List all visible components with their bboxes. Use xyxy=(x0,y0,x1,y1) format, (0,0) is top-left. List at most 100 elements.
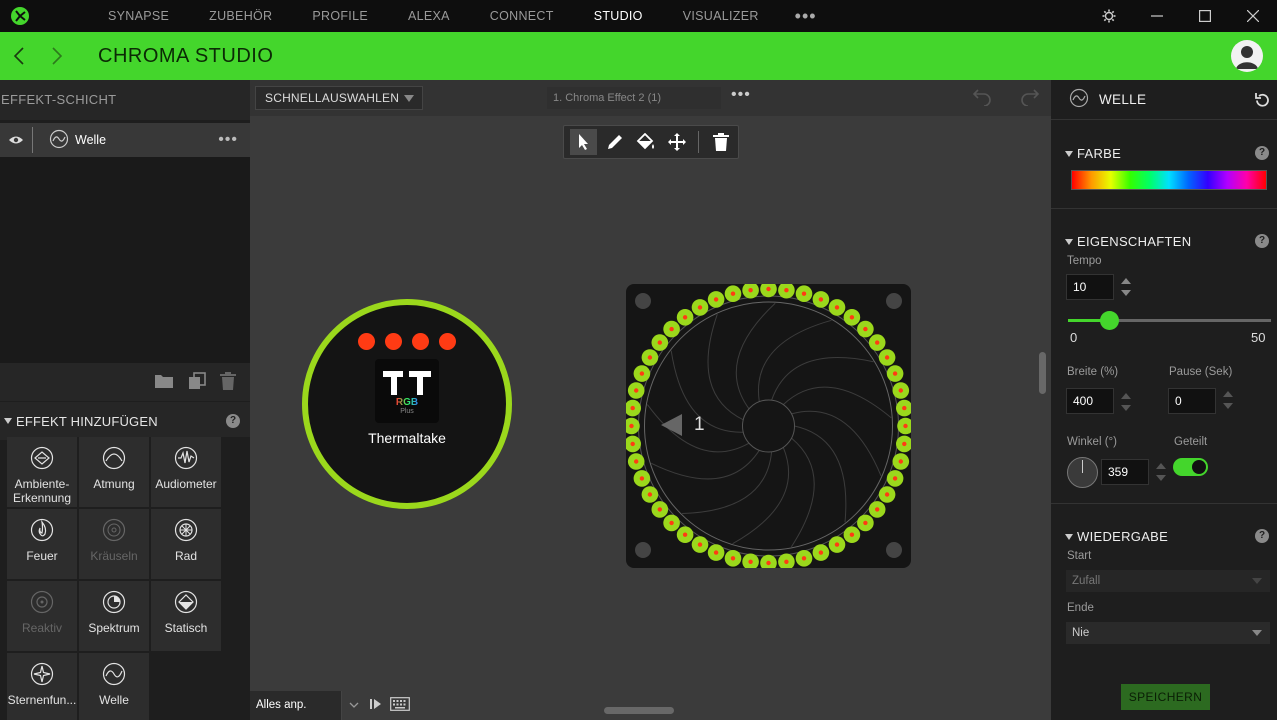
fan-led[interactable] xyxy=(724,550,742,567)
close-icon[interactable] xyxy=(1229,0,1277,32)
fan-led[interactable] xyxy=(623,417,640,435)
fan-led[interactable] xyxy=(795,550,813,567)
vertical-scrollbar[interactable] xyxy=(1039,352,1046,394)
end-select[interactable]: Nie xyxy=(1066,622,1270,644)
maximize-icon[interactable] xyxy=(1181,0,1229,32)
nav-item-studio[interactable]: STUDIO xyxy=(574,0,663,32)
fan-led[interactable] xyxy=(676,526,694,543)
effect-tile-breathing[interactable]: Atmung xyxy=(79,437,149,507)
help-icon[interactable]: ? xyxy=(226,414,240,428)
fit-select[interactable]: Alles anp. xyxy=(250,691,359,720)
nav-item-alexa[interactable]: ALEXA xyxy=(388,0,470,32)
move-icon[interactable] xyxy=(663,129,690,155)
effect-tile-spectrum[interactable]: Spektrum xyxy=(79,581,149,651)
split-toggle[interactable] xyxy=(1173,458,1208,476)
effect-tile-wheel[interactable]: Rad xyxy=(151,509,221,579)
thermaltake-device[interactable]: RGB Plus Thermaltake xyxy=(302,299,512,509)
playback-section-title[interactable]: WIEDERGABE xyxy=(1065,529,1168,544)
effect-tile-fire[interactable]: Feuer xyxy=(7,509,77,579)
fan-led[interactable] xyxy=(760,554,777,572)
redo-icon[interactable] xyxy=(1020,88,1040,109)
fan-led[interactable] xyxy=(724,285,742,302)
fan-led[interactable] xyxy=(886,470,904,487)
angle-input[interactable]: 359 xyxy=(1101,459,1149,485)
fan-led[interactable] xyxy=(627,382,645,399)
nav-item-synapse[interactable]: SYNAPSE xyxy=(88,0,189,32)
fan-led[interactable] xyxy=(663,320,680,338)
nav-item-zubehr[interactable]: ZUBEHÖR xyxy=(189,0,292,32)
forward-arrow-icon[interactable] xyxy=(38,32,76,80)
angle-dial[interactable] xyxy=(1067,457,1098,488)
fan-led[interactable] xyxy=(868,501,886,518)
fan-led[interactable] xyxy=(878,349,896,366)
play-preview-icon[interactable] xyxy=(370,698,382,713)
fan-led[interactable] xyxy=(691,299,709,316)
user-avatar-icon[interactable] xyxy=(1231,40,1263,72)
fan-led[interactable] xyxy=(857,514,874,532)
quick-select-dropdown[interactable]: SCHNELLAUSWAHLEN xyxy=(255,86,423,110)
effect-tile-ripple[interactable]: Kräuseln xyxy=(79,509,149,579)
delete-trash-icon[interactable] xyxy=(707,129,734,155)
minimize-icon[interactable] xyxy=(1133,0,1181,32)
add-effect-header[interactable]: EFFEKT HINZUFÜGEN ? xyxy=(0,402,250,440)
folder-icon[interactable] xyxy=(154,373,174,392)
layer-more-icon[interactable]: ••• xyxy=(218,131,238,149)
fan-led[interactable] xyxy=(663,514,680,532)
help-icon[interactable]: ? xyxy=(1255,234,1269,248)
fan-led[interactable] xyxy=(707,544,725,561)
effect-tile-audiometer[interactable]: Audiometer xyxy=(151,437,221,507)
effect-tile-static[interactable]: Statisch xyxy=(151,581,221,651)
color-section-title[interactable]: FARBE xyxy=(1065,146,1121,161)
pause-stepper[interactable] xyxy=(1222,391,1234,413)
fan-led[interactable] xyxy=(641,349,659,366)
angle-stepper[interactable] xyxy=(1155,463,1167,485)
pause-input[interactable]: 0 xyxy=(1168,388,1216,414)
nav-item-visualizer[interactable]: VISUALIZER xyxy=(663,0,779,32)
duplicate-icon[interactable] xyxy=(188,371,206,393)
effect-tile-ambient[interactable]: Ambiente-Erkennung xyxy=(7,437,77,507)
settings-gear-icon[interactable] xyxy=(1085,0,1133,32)
fan-led[interactable] xyxy=(843,309,861,326)
fan-led[interactable] xyxy=(627,453,645,470)
properties-section-title[interactable]: EIGENSCHAFTEN xyxy=(1065,234,1191,249)
fan-led[interactable] xyxy=(676,309,694,326)
fan-led[interactable] xyxy=(828,299,846,316)
razer-logo-icon[interactable] xyxy=(0,0,40,32)
trash-icon[interactable] xyxy=(220,371,236,393)
effect-tile-wave[interactable]: Welle xyxy=(79,653,149,720)
fan-led[interactable] xyxy=(892,382,910,399)
fan-led[interactable] xyxy=(812,544,830,561)
fan-device[interactable]: 1 xyxy=(623,280,914,572)
led-dot[interactable] xyxy=(385,333,402,350)
fan-led[interactable] xyxy=(633,470,651,487)
nav-item-connect[interactable]: CONNECT xyxy=(470,0,574,32)
led-dot[interactable] xyxy=(439,333,456,350)
slider-thumb[interactable] xyxy=(1099,311,1119,330)
fan-led[interactable] xyxy=(857,320,874,338)
width-stepper[interactable] xyxy=(1120,393,1132,415)
effect-name-field[interactable]: 1. Chroma Effect 2 (1) xyxy=(547,87,721,109)
fan-led[interactable] xyxy=(760,280,777,298)
tempo-slider[interactable] xyxy=(1068,311,1271,330)
fan-led[interactable] xyxy=(795,285,813,302)
save-button[interactable]: SPEICHERN xyxy=(1121,684,1210,710)
led-dot[interactable] xyxy=(412,333,429,350)
tempo-input[interactable]: 10 xyxy=(1066,274,1114,300)
effect-tile-starlight[interactable]: Sternenfun... xyxy=(7,653,77,720)
fan-led[interactable] xyxy=(812,291,830,308)
reset-icon[interactable] xyxy=(1254,92,1271,112)
effect-tile-reactive[interactable]: Reaktiv xyxy=(7,581,77,651)
fan-led[interactable] xyxy=(651,501,669,518)
visibility-eye-icon[interactable] xyxy=(0,135,32,145)
fan-led[interactable] xyxy=(843,526,861,543)
help-icon[interactable]: ? xyxy=(1255,146,1269,160)
start-select[interactable]: Zufall xyxy=(1066,570,1270,592)
horizontal-scrollbar[interactable] xyxy=(604,707,674,714)
fan-led[interactable] xyxy=(868,334,886,351)
tempo-stepper[interactable] xyxy=(1120,278,1132,300)
fan-led[interactable] xyxy=(641,486,659,503)
nav-item-profile[interactable]: PROFILE xyxy=(292,0,388,32)
fan-led[interactable] xyxy=(633,365,651,382)
effect-more-icon[interactable]: ••• xyxy=(731,86,751,104)
fan-led[interactable] xyxy=(886,365,904,382)
